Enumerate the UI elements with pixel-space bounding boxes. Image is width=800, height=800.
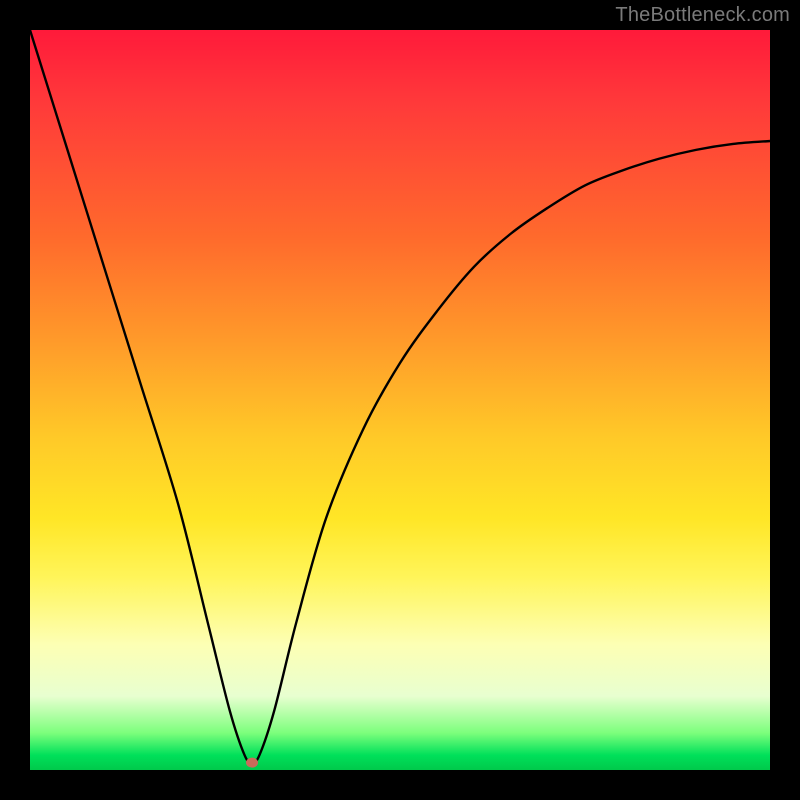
curve-svg — [30, 30, 770, 770]
minimum-marker — [246, 758, 258, 768]
watermark-text: TheBottleneck.com — [615, 4, 790, 27]
plot-area — [30, 30, 770, 770]
chart-frame: TheBottleneck.com — [0, 0, 800, 800]
bottleneck-curve — [30, 30, 770, 763]
